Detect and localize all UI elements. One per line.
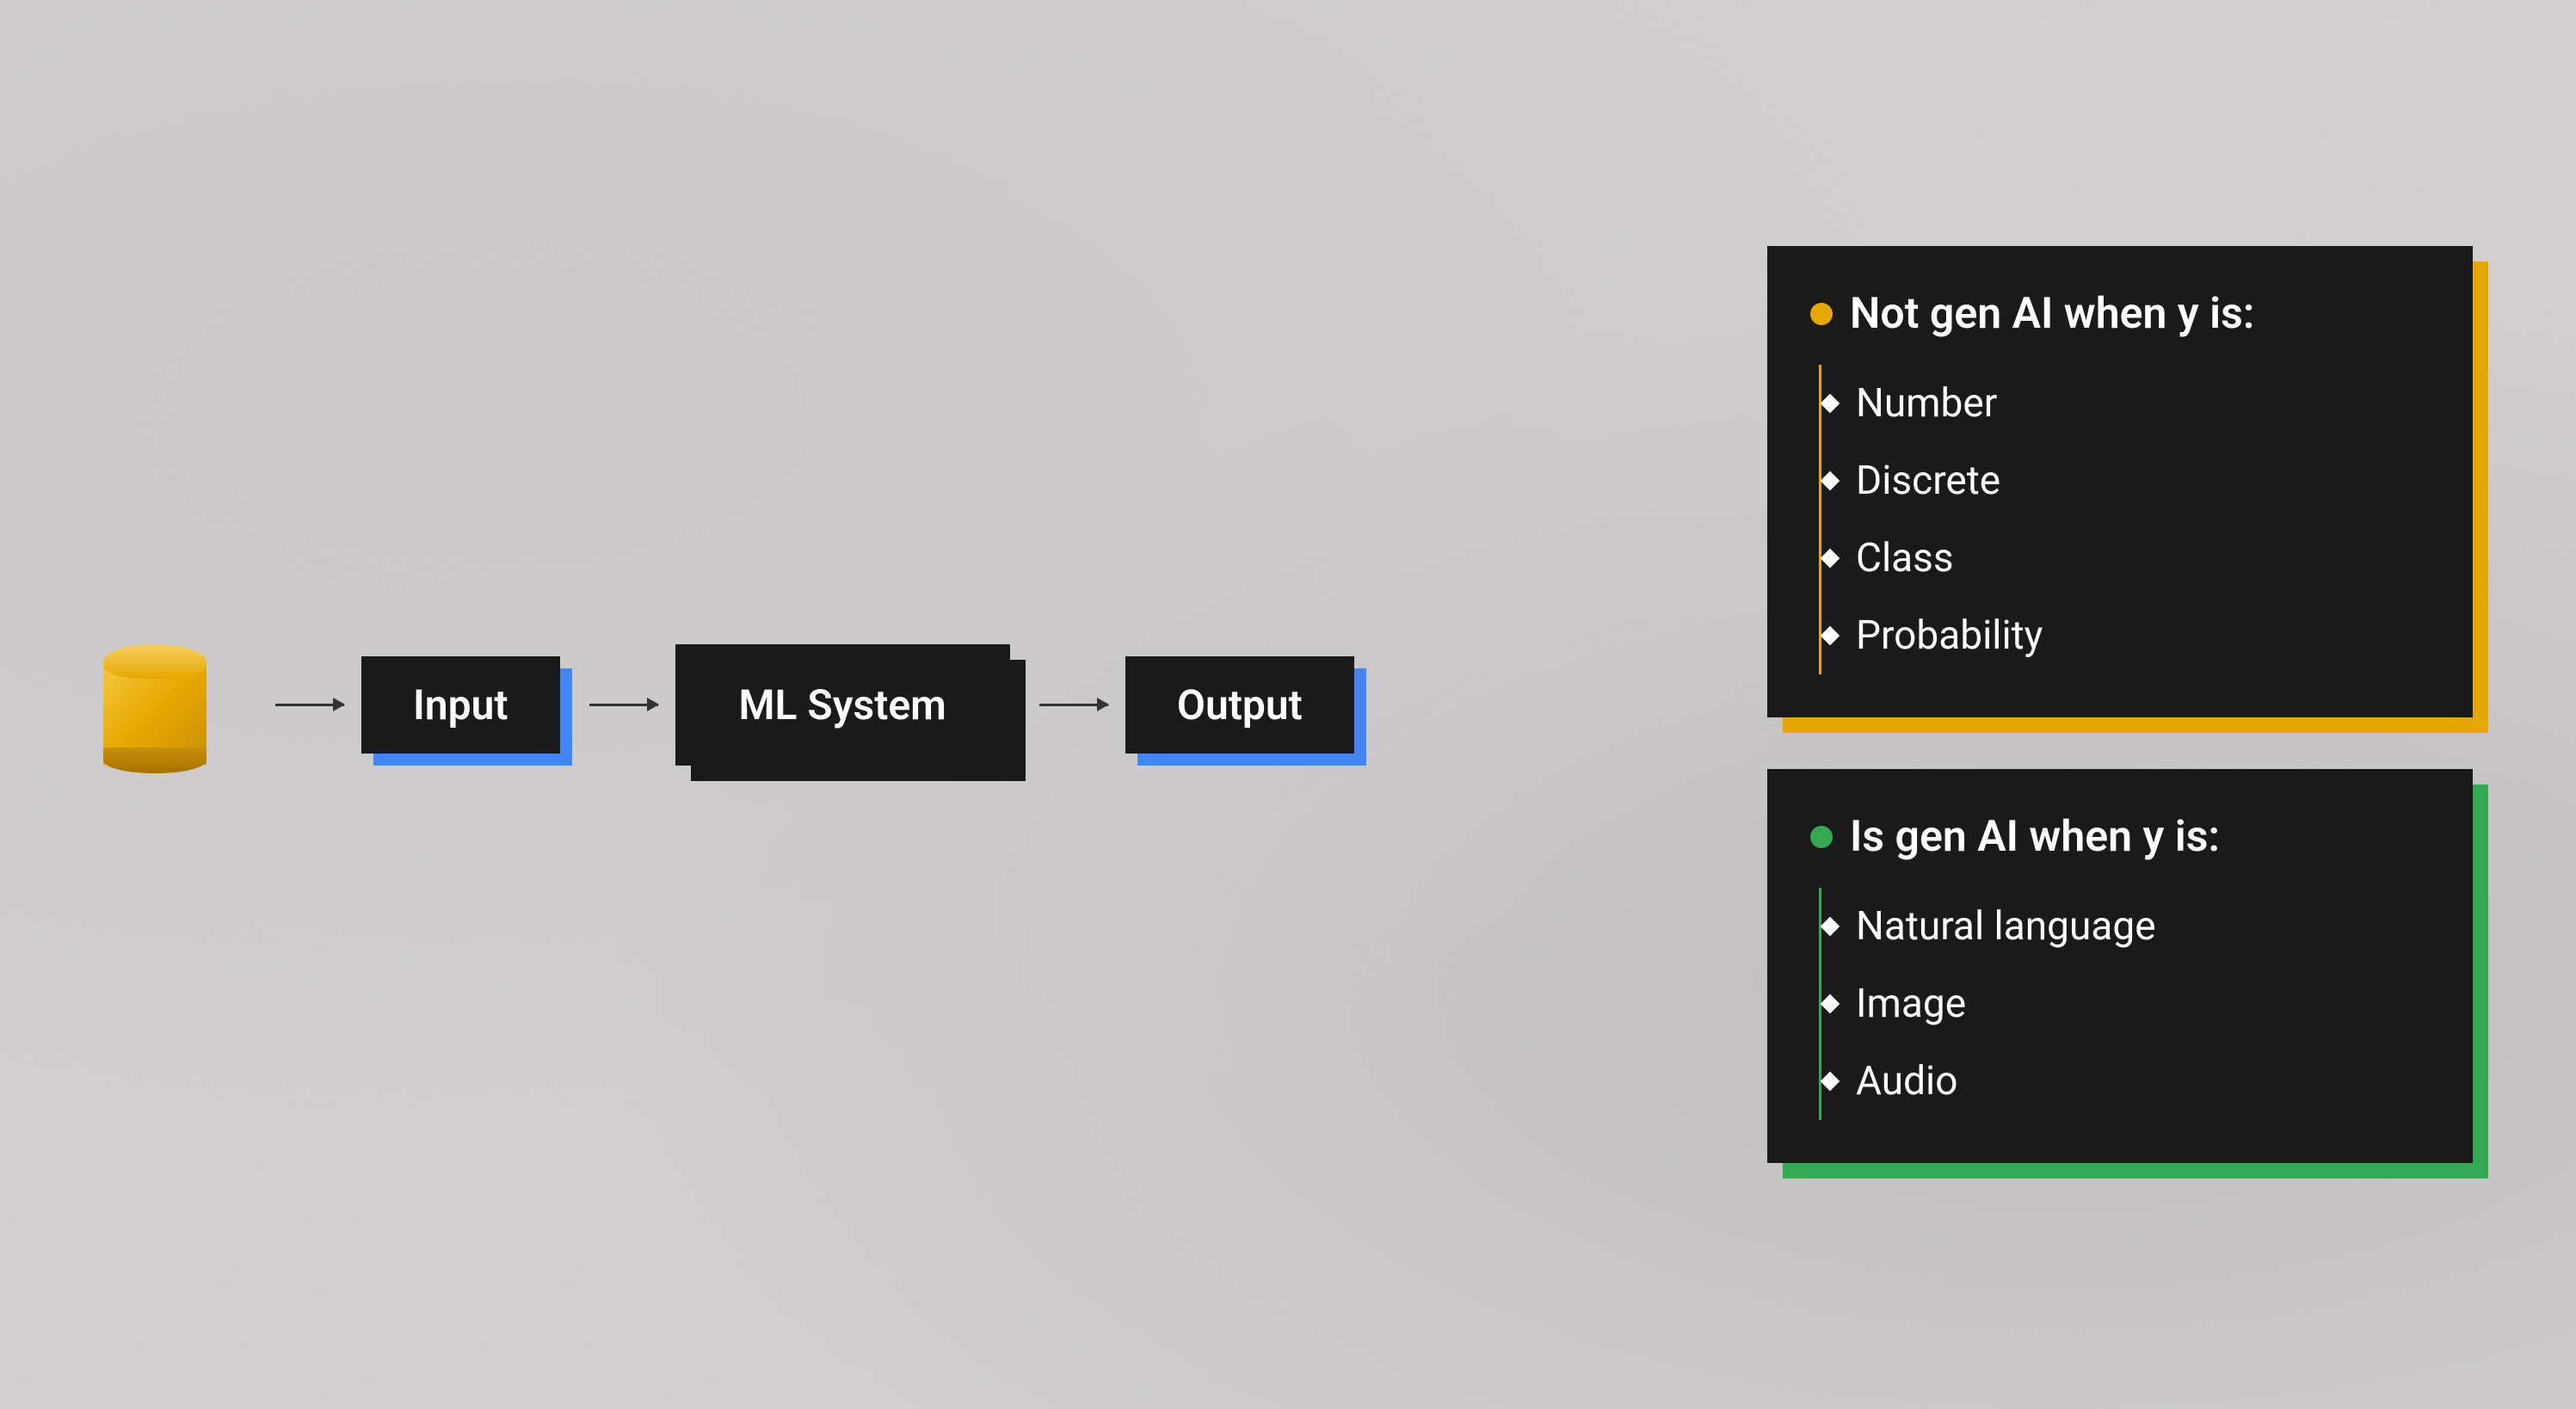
diamond-icon	[1821, 394, 1840, 414]
ml-system-label: ML System	[687, 656, 998, 754]
not-gen-ai-item-probability-text: Probability	[1856, 612, 2043, 659]
diamond-icon	[1821, 917, 1840, 937]
not-gen-ai-dot	[1810, 303, 1833, 325]
not-gen-ai-item-discrete: Discrete	[1833, 442, 2421, 520]
not-gen-ai-items: Number Discrete Class Probability	[1819, 365, 2421, 674]
diamond-icon	[1821, 471, 1840, 491]
input-box: Input	[361, 656, 560, 754]
not-gen-ai-item-number: Number	[1833, 365, 2421, 442]
output-box-label: Output	[1125, 656, 1354, 754]
diamond-icon	[1821, 1072, 1840, 1092]
is-gen-ai-card-main: Is gen AI when y is: Natural language Im…	[1767, 769, 2473, 1163]
is-gen-ai-title-row: Is gen AI when y is:	[1810, 812, 2421, 862]
not-gen-ai-card: Not gen AI when y is: Number Discrete Cl…	[1767, 246, 2473, 717]
is-gen-ai-items: Natural language Image Audio	[1819, 888, 2421, 1120]
diamond-icon	[1821, 549, 1840, 569]
diamond-icon	[1821, 994, 1840, 1014]
not-gen-ai-title-row: Not gen AI when y is:	[1810, 289, 2421, 339]
ml-system-box: ML System	[675, 644, 1010, 766]
is-gen-ai-item-audio-text: Audio	[1856, 1058, 1957, 1104]
is-gen-ai-item-audio: Audio	[1833, 1043, 2421, 1120]
is-gen-ai-item-image: Image	[1833, 965, 2421, 1043]
arrow-1	[275, 704, 344, 706]
not-gen-ai-item-class-text: Class	[1856, 535, 1954, 581]
is-gen-ai-card: Is gen AI when y is: Natural language Im…	[1767, 769, 2473, 1163]
not-gen-ai-item-probability: Probability	[1833, 597, 2421, 674]
is-gen-ai-title: Is gen AI when y is:	[1850, 812, 2220, 862]
not-gen-ai-card-main: Not gen AI when y is: Number Discrete Cl…	[1767, 246, 2473, 717]
is-gen-ai-item-language: Natural language	[1833, 888, 2421, 965]
ml-diagram: Input ML System Output	[103, 636, 1354, 773]
input-box-label: Input	[361, 656, 560, 754]
diamond-icon	[1821, 626, 1840, 646]
main-layout: Input ML System Output	[0, 0, 2576, 1409]
not-gen-ai-item-number-text: Number	[1856, 380, 1997, 427]
info-cards: Not gen AI when y is: Number Discrete Cl…	[1767, 246, 2473, 1163]
not-gen-ai-item-discrete-text: Discrete	[1856, 458, 2000, 504]
arrow-3	[1039, 704, 1108, 706]
arrow-2	[589, 704, 658, 706]
not-gen-ai-item-class: Class	[1833, 520, 2421, 597]
is-gen-ai-item-image-text: Image	[1856, 981, 1966, 1027]
not-gen-ai-title: Not gen AI when y is:	[1850, 289, 2254, 339]
is-gen-ai-dot	[1810, 826, 1833, 848]
is-gen-ai-item-language-text: Natural language	[1856, 903, 2156, 950]
database-icon	[103, 636, 206, 773]
output-box: Output	[1125, 656, 1354, 754]
ml-system-inner: ML System	[675, 644, 1010, 766]
